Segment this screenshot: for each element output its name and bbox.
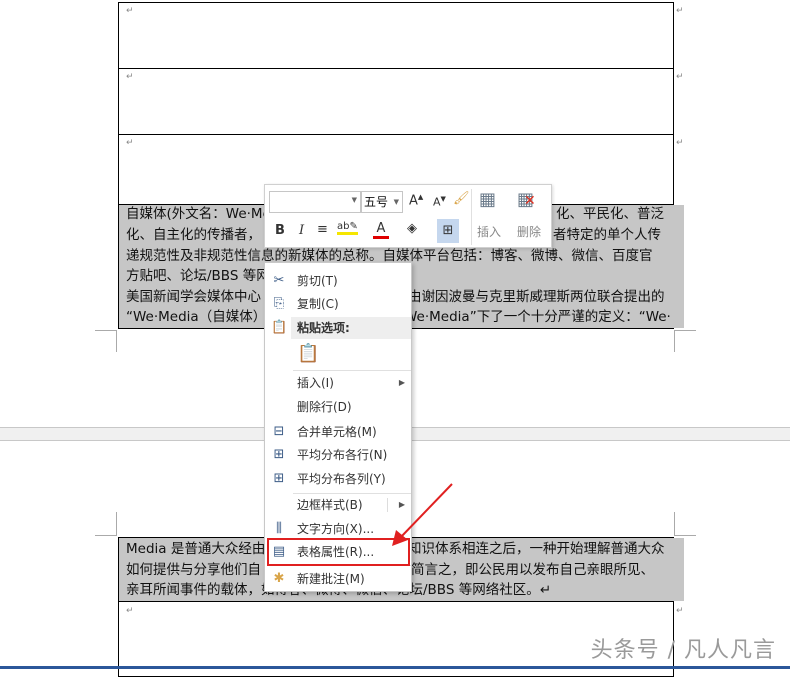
font-name-dropdown[interactable]: ▼	[269, 191, 361, 213]
menu-item-merge-cells[interactable]: ⊟ 合并单元格(M)	[265, 421, 411, 443]
shrink-font-button[interactable]: A▼	[433, 195, 446, 209]
text-line: 如何提供与分享他们自	[126, 562, 261, 578]
menu-item-copy[interactable]: ⎘ 复制(C)	[265, 293, 411, 315]
menu-item-insert[interactable]: 插入(I) ▶	[265, 372, 411, 394]
paragraph-mark: ↵	[126, 72, 134, 82]
menu-item-distribute-rows[interactable]: ⊞ 平均分布各行(N)	[265, 444, 411, 466]
distribute-columns-icon: ⊞	[273, 471, 285, 486]
bold-button[interactable]: B	[275, 223, 285, 238]
paragraph-mark: ↵	[126, 138, 134, 148]
merge-cells-icon: ⊟	[273, 424, 285, 439]
format-painter-icon[interactable]: 🖌	[453, 191, 470, 206]
italic-button[interactable]: I	[299, 223, 304, 238]
copy-icon: ⎘	[273, 296, 285, 311]
font-size-dropdown[interactable]: 五号 ▼	[361, 191, 403, 213]
center-align-icon[interactable]: ≡	[317, 222, 328, 237]
delete-table-icon[interactable]: ▦✕	[517, 189, 536, 210]
menu-item-cut[interactable]: ✂ 剪切(T)	[265, 270, 411, 292]
margin-mark	[95, 512, 117, 536]
table-row-border	[118, 601, 674, 602]
paste-icon: 📋	[271, 320, 288, 335]
table-row-border	[118, 134, 674, 135]
row-end-mark: ↵	[676, 72, 684, 82]
paragraph-mark: ↵	[126, 606, 134, 616]
text-line: 美国新闻学会媒体中心	[126, 289, 261, 305]
text-line: 化、平民化、普泛	[556, 206, 664, 222]
margin-mark	[674, 330, 696, 352]
divider	[471, 189, 472, 245]
menu-item-new-comment[interactable]: ✱ 新建批注(M)	[265, 568, 411, 590]
borders-button[interactable]: ⊞	[437, 219, 459, 243]
paragraph-mark: ↵	[126, 6, 134, 16]
insert-table-icon[interactable]: ▦	[479, 189, 496, 210]
paste-options-header: 📋 粘贴选项:	[265, 317, 411, 339]
annotation-arrow-icon	[392, 483, 453, 546]
mini-toolbar: ▼ 五号 ▼ A▲ A▼ 🖌 B I ≡ ab✎ A ◈ ⊞ ▦ 插入 ▦✕ 删除	[264, 184, 552, 248]
text-line: “We·Media（自媒体）	[126, 309, 267, 325]
font-color-button[interactable]: A	[373, 221, 389, 239]
text-direction-icon: ⫼	[276, 521, 282, 536]
table-row-border	[118, 68, 674, 69]
text-line: 自媒体(外文名：We·Me	[126, 206, 271, 222]
highlight-color-button[interactable]: ab✎	[337, 221, 358, 235]
row-end-mark: ↵	[676, 6, 684, 16]
text-line: 化、自主化的传播者，	[126, 227, 261, 243]
insert-button[interactable]: 插入	[477, 223, 501, 240]
margin-mark	[674, 512, 696, 536]
paste-keep-format-icon[interactable]: 📋	[297, 343, 319, 367]
row-end-mark: ↵	[676, 606, 684, 616]
margin-mark	[95, 330, 117, 352]
text-line: 方贴吧、论坛/BBS 等网	[126, 268, 270, 284]
text-line: 由谢因波曼与克里斯威理斯两位联合提出的	[408, 289, 665, 305]
menu-item-delete-row[interactable]: 删除行(D)	[265, 396, 411, 418]
text-line: 者特定的单个人传	[553, 227, 661, 243]
watermark: 头条号 / 凡人凡言	[590, 638, 776, 663]
new-comment-icon: ✱	[273, 571, 285, 586]
text-line: We·Media”下了一个十分严谨的定义：“We·	[404, 309, 671, 325]
distribute-rows-icon: ⊞	[273, 447, 285, 462]
scissors-icon: ✂	[273, 273, 285, 288]
row-end-mark: ↵	[676, 138, 684, 148]
shading-icon[interactable]: ◈	[407, 221, 417, 236]
text-line: Media 是普通大众经由	[126, 541, 266, 557]
grow-font-button[interactable]: A▲	[409, 193, 423, 208]
delete-button[interactable]: 删除	[517, 223, 541, 240]
text-line: ”简言之，即公民用以发布自己亲眼所见、	[404, 562, 654, 578]
